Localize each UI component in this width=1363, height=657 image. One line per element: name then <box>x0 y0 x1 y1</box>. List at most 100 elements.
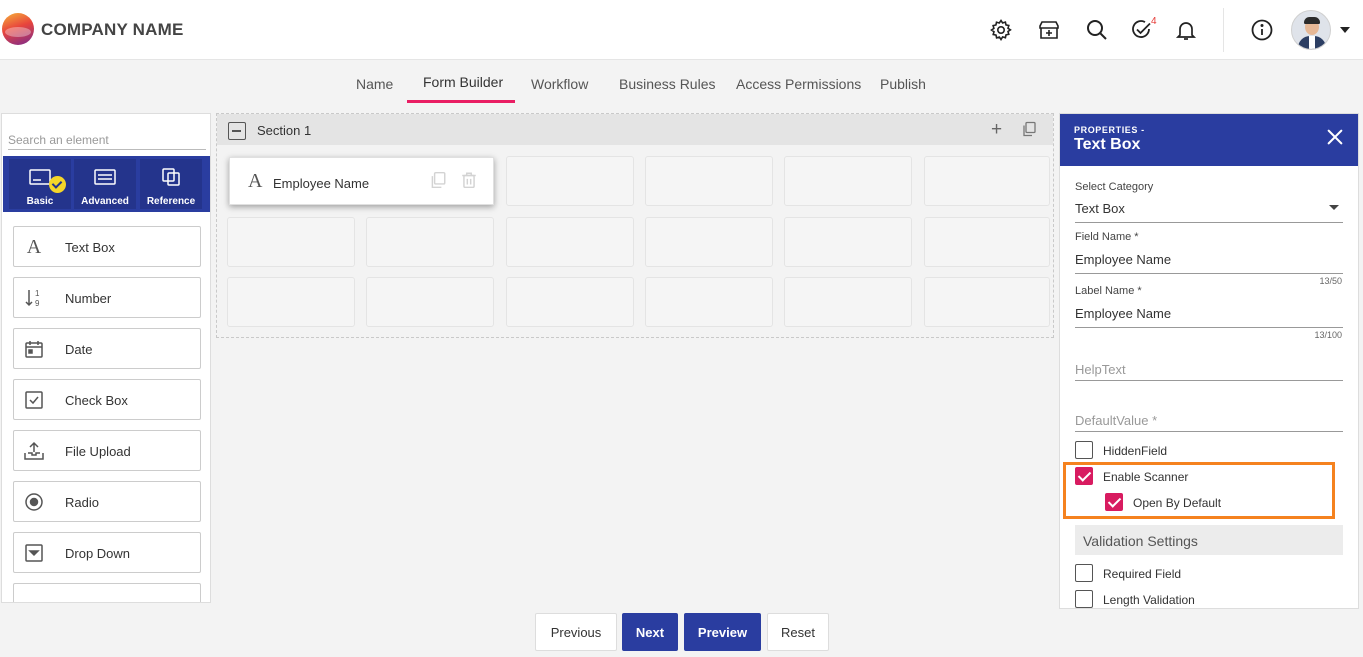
copy-field-icon[interactable] <box>429 171 447 192</box>
properties-panel: PROPERTIES - Text Box Select Category Te… <box>1059 113 1359 609</box>
grid-cell[interactable] <box>366 217 494 267</box>
upload-icon <box>22 439 46 463</box>
scanner-highlight-box <box>1063 462 1335 519</box>
svg-text:1: 1 <box>35 289 40 298</box>
preview-button[interactable]: Preview <box>684 613 761 651</box>
element-drop-down[interactable]: Drop Down <box>13 532 201 573</box>
tab-publish[interactable]: Publish <box>880 76 926 92</box>
element-radio[interactable]: Radio <box>13 481 201 522</box>
top-header: COMPANY NAME 4 <box>0 0 1363 60</box>
hidden-field-label: HiddenField <box>1103 444 1168 458</box>
sort-number-icon: 19 <box>22 286 46 310</box>
category-basic[interactable]: Basic <box>9 159 71 209</box>
search-icon[interactable] <box>1084 17 1110 43</box>
label-name-input[interactable]: Employee Name <box>1075 306 1171 321</box>
previous-button[interactable]: Previous <box>535 613 617 651</box>
tab-access-permissions[interactable]: Access Permissions <box>736 76 861 92</box>
field-name-label: Field Name * <box>1075 231 1139 243</box>
user-avatar[interactable] <box>1291 10 1331 50</box>
section-title: Section 1 <box>257 123 312 138</box>
validation-settings-heading: Validation Settings <box>1075 525 1343 555</box>
length-validation-label: Length Validation <box>1103 593 1195 607</box>
tab-form-builder[interactable]: Form Builder <box>423 74 503 90</box>
checkbox-icon <box>22 388 46 412</box>
calendar-icon <box>22 337 46 361</box>
field-name-input[interactable]: Employee Name <box>1075 252 1171 267</box>
grid-cell[interactable] <box>645 217 773 267</box>
help-text-input[interactable]: HelpText <box>1075 362 1126 377</box>
label-name-label: Label Name * <box>1075 285 1142 297</box>
default-value-input[interactable]: DefaultValue * <box>1075 413 1157 428</box>
field-name-counter: 13/50 <box>1319 276 1342 286</box>
section-header: Section 1 + <box>217 114 1053 145</box>
notification-bell-icon[interactable] <box>1173 17 1199 43</box>
category-bar: Basic Advanced Reference <box>3 156 210 212</box>
store-icon[interactable] <box>1036 17 1062 43</box>
company-logo <box>2 13 34 45</box>
category-advanced[interactable]: Advanced <box>74 159 136 209</box>
grid-cell[interactable] <box>784 156 912 206</box>
grid-cell[interactable] <box>645 156 773 206</box>
info-icon[interactable] <box>1249 17 1275 43</box>
grid-cell[interactable] <box>924 277 1050 327</box>
chevron-down-icon[interactable] <box>1329 205 1339 210</box>
advanced-form-icon <box>94 169 116 185</box>
element-file-upload[interactable]: File Upload <box>13 430 201 471</box>
field-card-employee-name[interactable]: A Employee Name <box>229 157 494 205</box>
grid-cell[interactable] <box>784 277 912 327</box>
builder-tabs: Name Form Builder Workflow Business Rule… <box>0 60 1363 106</box>
field-card-label: Employee Name <box>273 176 370 191</box>
grid-cell[interactable] <box>924 156 1050 206</box>
delete-field-icon[interactable] <box>460 171 478 192</box>
properties-subtitle: PROPERTIES - <box>1074 125 1145 135</box>
header-divider <box>1223 8 1224 52</box>
element-number[interactable]: 19 Number <box>13 277 201 318</box>
grid-cell[interactable] <box>924 217 1050 267</box>
search-element-input[interactable] <box>8 126 206 150</box>
grid-cell[interactable] <box>227 277 355 327</box>
properties-title: Text Box <box>1074 136 1141 153</box>
grid-cell[interactable] <box>645 277 773 327</box>
tab-name[interactable]: Name <box>356 76 393 92</box>
selected-check-icon <box>49 176 66 193</box>
reset-button[interactable]: Reset <box>767 613 829 651</box>
label-name-counter: 13/100 <box>1314 330 1342 340</box>
close-icon[interactable] <box>1326 128 1344 146</box>
copy-section-icon[interactable] <box>1021 121 1037 140</box>
grid-cell[interactable] <box>506 277 634 327</box>
dropdown-icon <box>22 541 46 565</box>
category-reference[interactable]: Reference <box>140 159 202 209</box>
text-a-icon: A <box>248 170 263 192</box>
tasks-badge: 4 <box>1151 16 1157 27</box>
tab-business-rules[interactable]: Business Rules <box>619 76 716 92</box>
grid-cell[interactable] <box>227 217 355 267</box>
select-category-label: Select Category <box>1075 181 1154 193</box>
grid-cell[interactable] <box>506 217 634 267</box>
svg-text:9: 9 <box>35 299 40 308</box>
grid-cell[interactable] <box>784 217 912 267</box>
grid-cell[interactable] <box>366 277 494 327</box>
element-partial[interactable] <box>13 583 201 602</box>
element-check-box[interactable]: Check Box <box>13 379 201 420</box>
grid-cell[interactable] <box>506 156 634 206</box>
properties-header: PROPERTIES - Text Box <box>1060 114 1358 166</box>
select-category-dropdown[interactable]: Text Box <box>1075 201 1125 216</box>
collapse-section-icon[interactable] <box>228 122 246 140</box>
element-date[interactable]: Date <box>13 328 201 369</box>
text-a-icon: A <box>26 235 42 258</box>
company-name: COMPANY NAME <box>41 20 184 39</box>
next-button[interactable]: Next <box>622 613 678 651</box>
required-field-label: Required Field <box>1103 567 1182 581</box>
length-validation-checkbox[interactable] <box>1075 590 1093 608</box>
tab-workflow[interactable]: Workflow <box>531 76 588 92</box>
hidden-field-checkbox[interactable] <box>1075 441 1093 459</box>
settings-icon[interactable] <box>988 17 1014 43</box>
add-icon[interactable]: + <box>991 119 1002 141</box>
element-palette: Basic Advanced Reference A Text Box 19 N… <box>1 113 211 603</box>
required-field-checkbox[interactable] <box>1075 564 1093 582</box>
element-text-box[interactable]: A Text Box <box>13 226 201 267</box>
active-tab-indicator <box>407 100 515 103</box>
reference-icon <box>162 168 180 186</box>
radio-icon <box>22 490 46 514</box>
chevron-down-icon[interactable] <box>1340 27 1350 33</box>
